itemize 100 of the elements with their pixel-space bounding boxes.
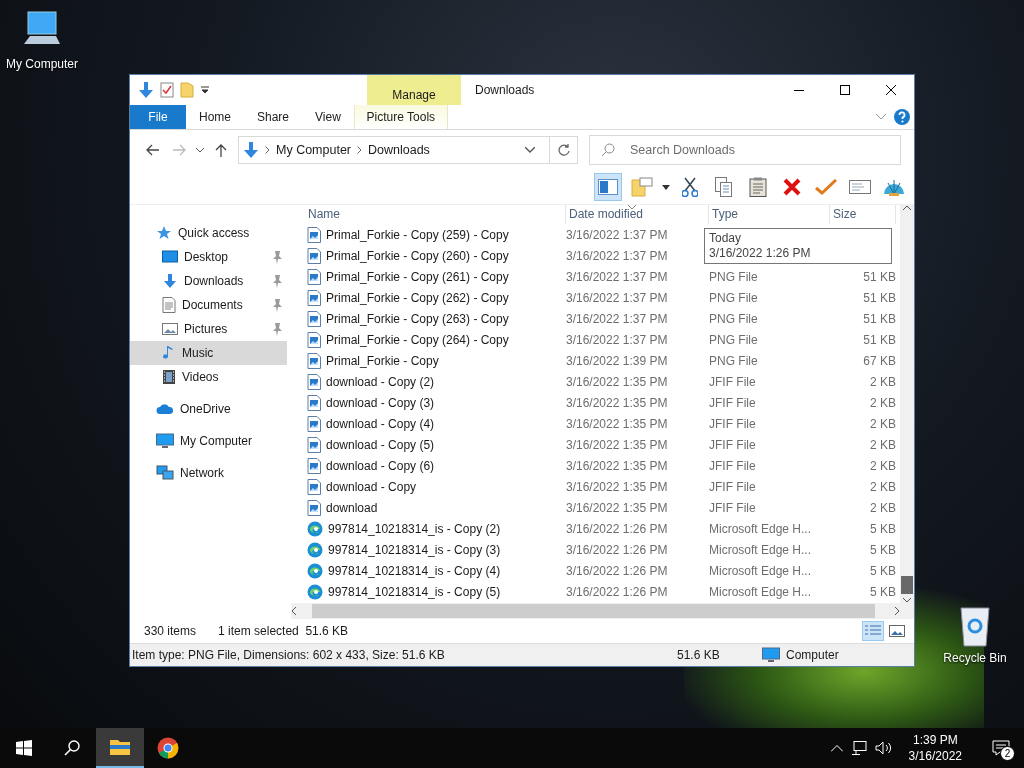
size-cell-text: 2 KB: [869, 500, 896, 515]
ribbon-tab[interactable]: Home: [186, 105, 244, 129]
file-name[interactable]: 997814_10218314_is - Copy (3): [328, 542, 501, 557]
desktop-shortcut-label: My Computer: [6, 57, 78, 71]
address-bar[interactable]: My Computer Downloads: [238, 136, 550, 164]
file-name[interactable]: Primal_Forkie - Copy (263) - Copy: [326, 311, 509, 326]
file-name[interactable]: Primal_Forkie - Copy: [326, 353, 439, 368]
dropdown-icon: [200, 85, 210, 95]
size-cell-text: 51 KB: [862, 290, 896, 305]
picture-icon: [162, 322, 178, 336]
scroll-up-icon: [903, 205, 911, 210]
search-field[interactable]: Search Downloads: [589, 135, 901, 165]
ribbon-tab[interactable]: File: [130, 105, 186, 129]
image-file-icon: [307, 457, 321, 474]
scrollbar-thumb[interactable]: [312, 604, 875, 618]
size-cell-text: 5 KB: [869, 542, 896, 557]
sidebar-item[interactable]: Downloads: [130, 269, 287, 293]
film-icon: [162, 369, 176, 385]
action-center-button[interactable]: 2: [978, 728, 1024, 768]
download-icon: [138, 81, 154, 99]
vertical-scrollbar[interactable]: [900, 205, 914, 603]
breadcrumb[interactable]: Downloads: [368, 143, 430, 157]
breadcrumb[interactable]: My Computer: [276, 143, 352, 157]
type-cell-text: JFIF File: [709, 479, 757, 494]
notification-badge: 2: [1000, 746, 1015, 761]
scrollbar-thumb[interactable]: [901, 576, 913, 594]
date-cell-text: 3/16/2022 1:35 PM: [566, 395, 669, 410]
size-cell-text: 5 KB: [869, 563, 896, 578]
window-title: Downloads: [474, 82, 536, 99]
size-cell-text: 51 KB: [862, 311, 896, 326]
sort-indicator-icon: [628, 205, 636, 210]
date-cell-text: 3/16/2022 1:37 PM: [566, 290, 669, 305]
file-name[interactable]: Primal_Forkie - Copy (264) - Copy: [326, 332, 509, 347]
scroll-down-icon: [903, 598, 911, 603]
horizontal-scrollbar[interactable]: [291, 603, 914, 619]
size-cell-text: 5 KB: [869, 521, 896, 536]
sidebar-item[interactable]: Pictures: [130, 317, 287, 341]
item-count: 330 items: [144, 624, 197, 638]
column-header[interactable]: Date modified: [566, 205, 709, 224]
date-cell-text: 3/16/2022 1:37 PM: [566, 269, 669, 284]
preview-pane-button[interactable]: [594, 173, 622, 201]
date-cell-text: 3/16/2022 1:37 PM: [566, 311, 669, 326]
ribbon-tab[interactable]: View: [302, 105, 354, 129]
date-cell-text: 3/16/2022 1:37 PM: [566, 227, 669, 242]
sidebar-item[interactable]: Network: [130, 461, 287, 485]
file-name[interactable]: download: [326, 500, 378, 515]
file-name[interactable]: download - Copy (3): [326, 395, 435, 410]
chevron-up-icon: [830, 744, 843, 752]
sidebar-item[interactable]: OneDrive: [130, 397, 287, 421]
properties-icon: [160, 82, 174, 98]
sidebar-item[interactable]: Desktop: [130, 245, 287, 269]
taskbar-app[interactable]: [96, 728, 144, 768]
location-label: Computer: [786, 648, 839, 662]
type-cell-text: JFIF File: [709, 458, 757, 473]
file-name[interactable]: Primal_Forkie - Copy (260) - Copy: [326, 248, 509, 263]
file-name[interactable]: download - Copy (2): [326, 374, 435, 389]
type-cell-text: Microsoft Edge H...: [709, 584, 813, 599]
column-header[interactable]: Name: [305, 205, 566, 224]
date-cell-text: 3/16/2022 1:26 PM: [566, 521, 669, 536]
file-name[interactable]: download - Copy (4): [326, 416, 435, 431]
close-icon: [886, 85, 896, 95]
contextual-tab-group[interactable]: Manage: [367, 75, 461, 105]
thumbnail-view-icon: [889, 625, 905, 637]
file-name[interactable]: Primal_Forkie - Copy (259) - Copy: [326, 227, 509, 242]
file-name[interactable]: download - Copy (6): [326, 458, 435, 473]
clock-date[interactable]: 3/16/2022: [908, 748, 962, 764]
file-name[interactable]: download - Copy (5): [326, 437, 435, 452]
column-header[interactable]: Type: [709, 205, 830, 224]
sidebar-item[interactable]: My Computer: [130, 429, 287, 453]
file-name[interactable]: download - Copy: [326, 479, 417, 494]
image-file-icon: [307, 247, 321, 264]
file-name[interactable]: 997814_10218314_is - Copy (2): [328, 521, 501, 536]
desktop-shortcut[interactable]: Recycle Bin: [933, 604, 1017, 665]
monitor-icon: [762, 647, 780, 663]
sidebar-item[interactable]: Documents: [130, 293, 287, 317]
sidebar-item[interactable]: Videos: [130, 365, 287, 389]
ribbon-tab[interactable]: Share: [244, 105, 303, 129]
network-icon: [156, 465, 174, 481]
sidebar-item[interactable]: Quick access: [130, 221, 287, 245]
image-file-icon: [307, 352, 321, 369]
clock-time[interactable]: 1:39 PM: [912, 732, 958, 748]
pin-icon: [271, 322, 283, 336]
file-name[interactable]: 997814_10218314_is - Copy (4): [328, 563, 501, 578]
type-cell-text: JFIF File: [709, 395, 757, 410]
selection-info: 1 item selected 51.6 KB: [218, 624, 349, 638]
chevron-down-icon: [876, 114, 886, 120]
ribbon-tab[interactable]: Picture Tools: [353, 105, 448, 129]
refresh-button[interactable]: [550, 136, 578, 164]
size-cell-text: 51 KB: [862, 332, 896, 347]
file-name[interactable]: Primal_Forkie - Copy (261) - Copy: [326, 269, 509, 284]
delete-icon: [783, 178, 801, 196]
column-header[interactable]: Size: [830, 205, 896, 224]
image-file-icon: [307, 226, 321, 243]
type-cell-text: PNG File: [709, 353, 759, 368]
details-text: Item type: PNG File, Dimensions: 602 x 433, Size: 51.6 KB: [132, 648, 446, 662]
sidebar-item[interactable]: Music: [130, 341, 287, 365]
file-name[interactable]: 997814_10218314_is - Copy (5): [328, 584, 501, 599]
desktop-shortcut[interactable]: My Computer: [0, 10, 84, 71]
date-cell-text: 3/16/2022 1:35 PM: [566, 416, 669, 431]
file-name[interactable]: Primal_Forkie - Copy (262) - Copy: [326, 290, 509, 305]
